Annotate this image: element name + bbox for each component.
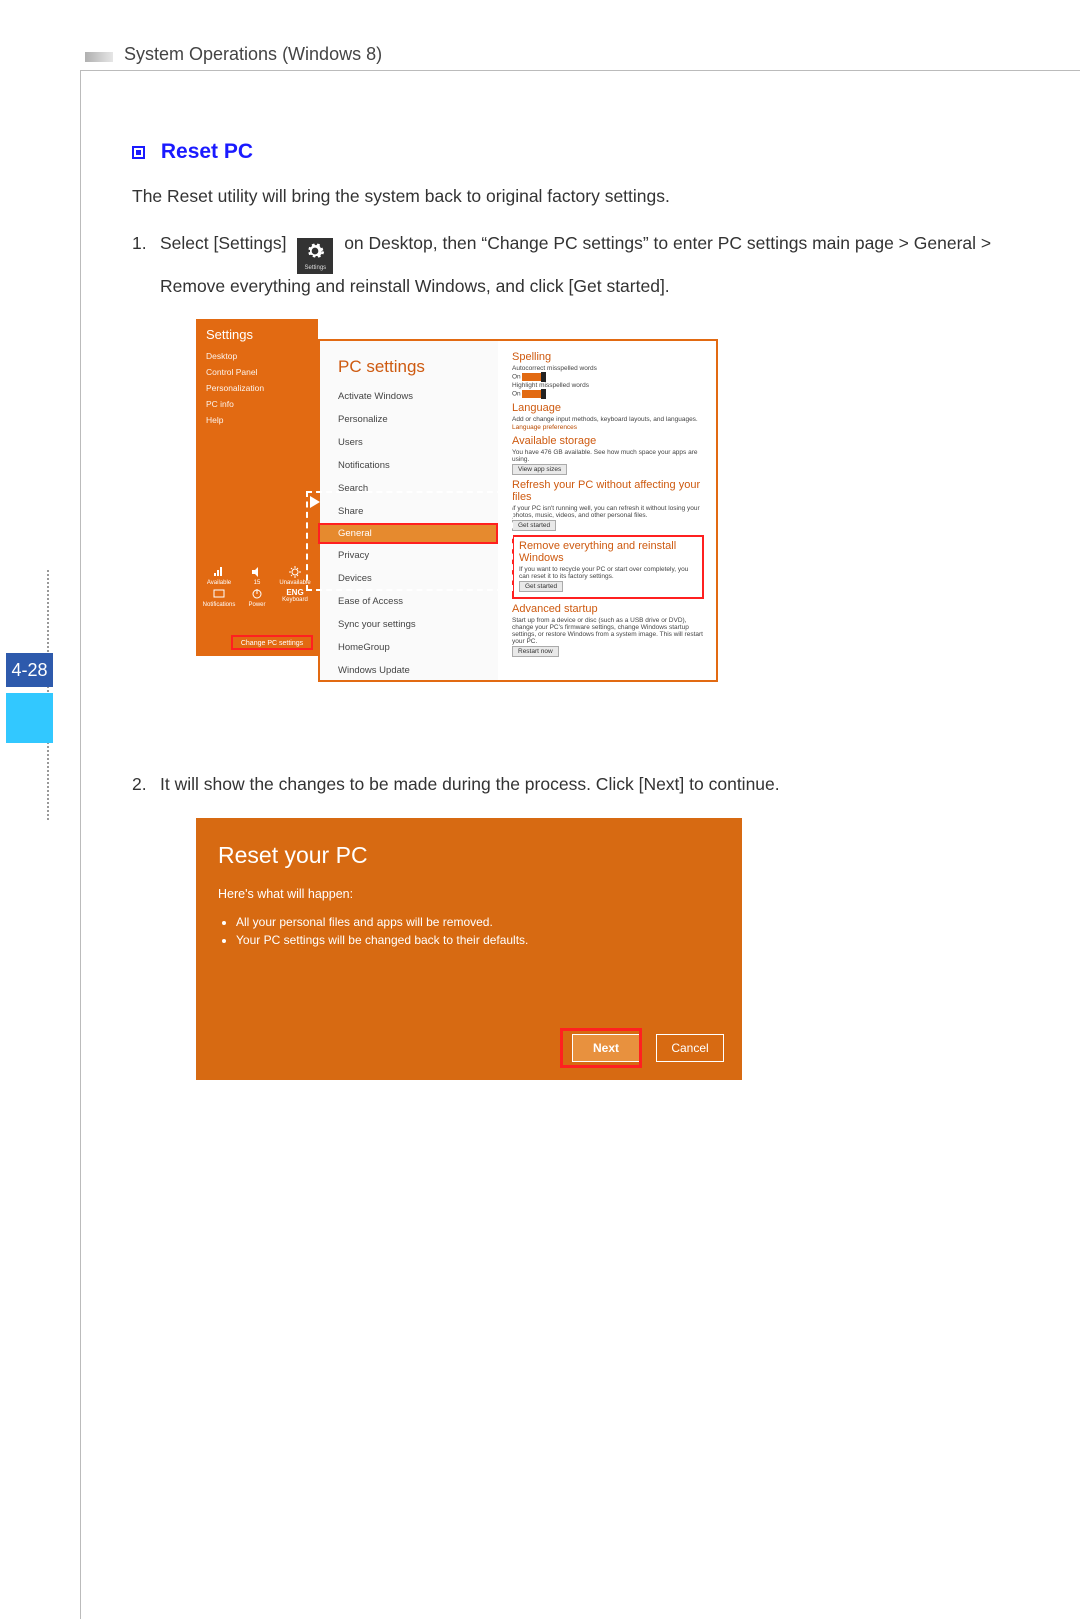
intro-text: The Reset utility will bring the system …	[132, 186, 1000, 207]
nav-notifications[interactable]: Notifications	[320, 454, 498, 477]
header-decor	[85, 52, 113, 62]
remove-desc: If you want to recycle your PC or start …	[519, 566, 697, 580]
settings-tile-label: Settings	[297, 264, 333, 273]
nav-activate[interactable]: Activate Windows	[320, 385, 498, 408]
spelling-opt-b: Highlight misspelled words	[512, 382, 704, 389]
next-button-highlight	[560, 1028, 642, 1068]
screenshot-pc-settings: Settings Desktop Control Panel Personali…	[196, 319, 718, 682]
step1-before: Select [Settings]	[160, 233, 291, 253]
step-body: Select [Settings] Settings on Desktop, t…	[160, 231, 1000, 299]
refresh-heading: Refresh your PC without affecting your f…	[512, 479, 704, 503]
step-2: 2. It will show the changes to be made d…	[132, 772, 1000, 797]
remove-get-started-button[interactable]: Get started	[519, 581, 563, 592]
square-bullet-icon	[132, 146, 145, 159]
nav-ease[interactable]: Ease of Access	[320, 590, 498, 613]
step-1: 1. Select [Settings] Settings on Desktop…	[132, 231, 1000, 299]
callout-arrow-icon	[310, 496, 320, 508]
storage-desc: You have 476 GB available. See how much …	[512, 449, 704, 463]
screenshot-reset-your-pc: Reset your PC Here's what will happen: A…	[196, 818, 742, 1080]
advanced-heading: Advanced startup	[512, 603, 704, 615]
sidebar-item[interactable]: Help	[196, 412, 318, 428]
spelling-opt-a: Autocorrect misspelled words	[512, 365, 704, 372]
volume-icon[interactable]: 15	[239, 566, 275, 586]
remove-heading: Remove everything and reinstall Windows	[519, 540, 697, 564]
reset-bullet: Your PC settings will be changed back to…	[236, 933, 720, 947]
section-heading: Reset PC	[132, 140, 1000, 164]
section-heading-text: Reset PC	[161, 140, 253, 163]
step-number: 1.	[132, 231, 160, 299]
reset-bullet-list: All your personal files and apps will be…	[218, 915, 720, 947]
pc-settings-general-pane: Spelling Autocorrect misspelled words On…	[498, 341, 716, 680]
sidebar-item[interactable]: Control Panel	[196, 364, 318, 380]
nav-users[interactable]: Users	[320, 431, 498, 454]
cancel-button[interactable]: Cancel	[656, 1034, 724, 1062]
content-area: Reset PC The Reset utility will bring th…	[132, 130, 1000, 1080]
reset-subtitle: Here's what will happen:	[218, 887, 720, 901]
toggle-icon[interactable]	[522, 373, 546, 381]
remove-everything-section-highlight: Remove everything and reinstall Windows …	[512, 535, 704, 599]
storage-heading: Available storage	[512, 435, 704, 447]
sidebar-item[interactable]: Desktop	[196, 348, 318, 364]
nav-homegroup[interactable]: HomeGroup	[320, 636, 498, 659]
notifications-icon[interactable]: Notifications	[201, 588, 237, 608]
power-icon[interactable]: Power	[239, 588, 275, 608]
refresh-get-started-button[interactable]: Get started	[512, 520, 556, 531]
advanced-desc: Start up from a device or disc (such as …	[512, 617, 704, 645]
keyboard-icon[interactable]: ENGKeyboard	[277, 588, 313, 608]
margin-accent	[6, 693, 53, 743]
sidebar-item[interactable]: Personalization	[196, 380, 318, 396]
view-app-sizes-button[interactable]: View app sizes	[512, 464, 567, 475]
language-heading: Language	[512, 402, 704, 414]
spelling-heading: Spelling	[512, 351, 704, 363]
toggle-icon[interactable]	[522, 390, 546, 398]
page-number-badge: 4-28	[6, 653, 53, 687]
change-pc-settings-button[interactable]: Change PC settings	[231, 635, 313, 650]
callout-dashed-box	[306, 491, 513, 591]
quick-settings-icons: Available 15 Unavailable Notifications P…	[200, 566, 314, 608]
pc-settings-title: PC settings	[320, 341, 498, 385]
language-link[interactable]: Language preferences	[512, 424, 704, 431]
step2-text: It will show the changes to be made duri…	[160, 772, 780, 797]
nav-sync[interactable]: Sync your settings	[320, 613, 498, 636]
document-page: System Operations (Windows 8) 4-28 Reset…	[0, 0, 1080, 1619]
nav-personalize[interactable]: Personalize	[320, 408, 498, 431]
network-icon[interactable]: Available	[201, 566, 237, 586]
reset-title: Reset your PC	[218, 842, 720, 869]
settings-gear-icon: Settings	[297, 238, 333, 274]
refresh-desc: If your PC isn't running well, you can r…	[512, 505, 704, 519]
charms-settings-panel: Settings Desktop Control Panel Personali…	[196, 319, 318, 656]
reset-bullet: All your personal files and apps will be…	[236, 915, 720, 929]
nav-winupdate[interactable]: Windows Update	[320, 659, 498, 682]
charms-title: Settings	[196, 319, 318, 348]
sidebar-item[interactable]: PC info	[196, 396, 318, 412]
chapter-title: System Operations (Windows 8)	[124, 44, 382, 65]
step-number: 2.	[132, 772, 160, 797]
language-desc: Add or change input methods, keyboard la…	[512, 416, 704, 423]
restart-now-button[interactable]: Restart now	[512, 646, 559, 657]
